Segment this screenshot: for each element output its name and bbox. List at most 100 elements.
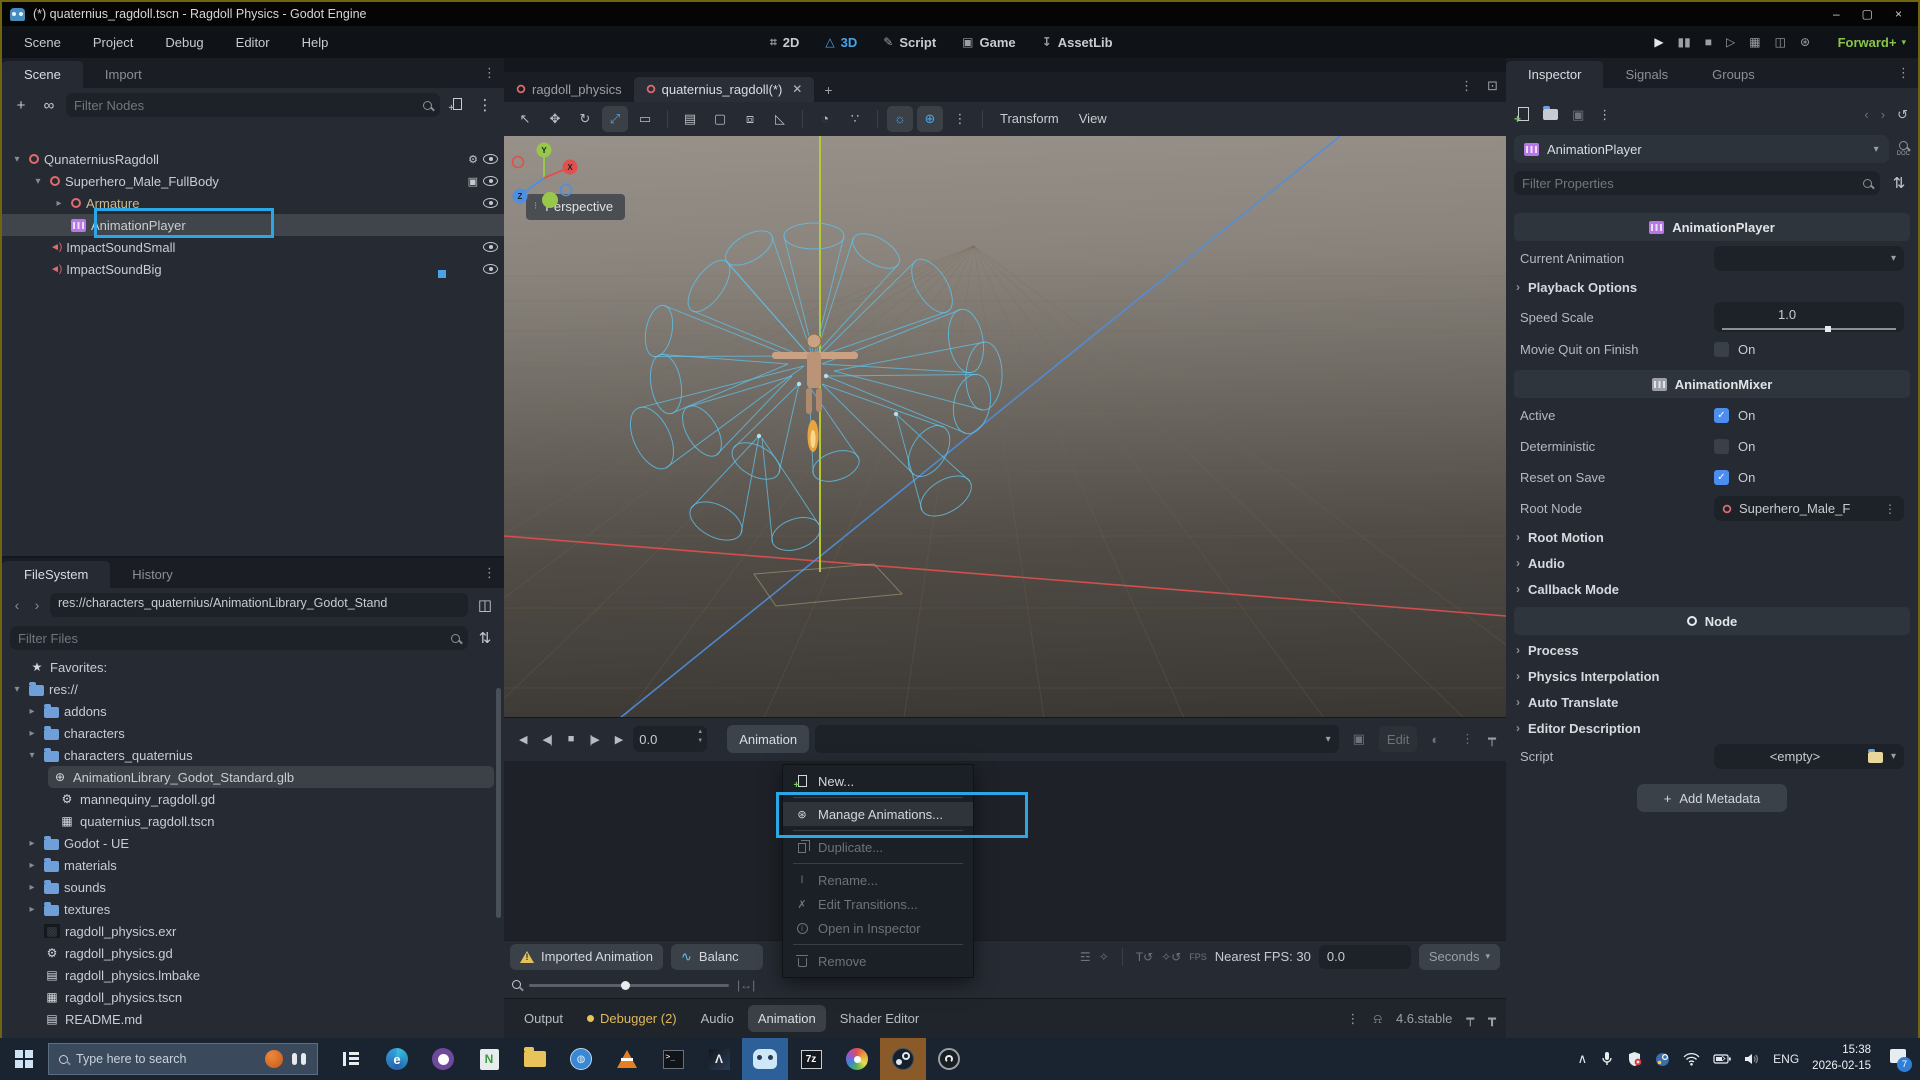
tab-filesystem[interactable]: FileSystem xyxy=(2,561,110,588)
file-tree-row[interactable]: ★Favorites: xyxy=(2,656,504,678)
checkbox-control[interactable]: On xyxy=(1714,439,1904,454)
animation-time-spinbox[interactable]: 0.0 ▲▼ xyxy=(633,726,707,752)
node-path-control[interactable]: Superhero_Male_F⋮ xyxy=(1714,496,1904,521)
file-tree-row[interactable]: ▤ragdoll_physics.lmbake xyxy=(2,964,504,986)
preview-environment-button[interactable]: ⊕ xyxy=(917,106,943,132)
workspace-game-button[interactable]: ▣Game xyxy=(954,31,1023,54)
tab-menu-button[interactable]: ⋮ xyxy=(483,565,496,581)
group-node-button[interactable]: ⧈ xyxy=(737,106,763,132)
tab-menu-button[interactable]: ⋮ xyxy=(1897,65,1910,81)
scale-mode-button[interactable]: ⤢ xyxy=(602,106,628,132)
scene-tab-ragdoll_physics[interactable]: ragdoll_physics xyxy=(504,77,634,102)
sort-files-button[interactable]: ⇅ xyxy=(474,629,496,647)
file-tree-row[interactable]: ⚙mannequiny_ragdoll.gd xyxy=(2,788,504,810)
animation-name-dropdown[interactable]: ▾ xyxy=(815,725,1339,753)
maps-taskbar-button[interactable]: ◍ xyxy=(558,1038,604,1080)
workspace-2d-button[interactable]: ⌗2D xyxy=(762,31,807,54)
taskbar-search-input[interactable]: Type here to search xyxy=(48,1043,318,1075)
script-control[interactable]: <empty>▾ xyxy=(1714,744,1904,769)
new-resource-button[interactable] xyxy=(1518,107,1529,124)
workspace-script-button[interactable]: ✎Script xyxy=(875,31,944,54)
bottom-tab-audio[interactable]: Audio xyxy=(691,1005,744,1032)
checkbox-checked-icon[interactable]: ✓ xyxy=(1714,470,1729,485)
insert-key-icon[interactable]: ✧ xyxy=(1099,950,1109,964)
select-mode-button[interactable]: ↖ xyxy=(512,106,538,132)
scene-tree-row[interactable]: AnimationPlayer xyxy=(2,214,504,236)
close-tab-icon[interactable]: ✕ xyxy=(792,82,802,96)
local-space-button[interactable]: ◔ xyxy=(812,106,838,132)
property-value[interactable]: 1.0 xyxy=(1714,302,1904,332)
instance-scene-button[interactable]: ∞ xyxy=(38,97,60,114)
movie-maker-button[interactable]: ▦ xyxy=(1749,35,1760,49)
property-value[interactable]: ▾ xyxy=(1714,246,1904,271)
slider-control[interactable]: 1.0 xyxy=(1714,302,1904,332)
file-tree-row[interactable]: ▦quaternius_ragdoll.tscn xyxy=(2,810,504,832)
godot-taskbar-button[interactable] xyxy=(742,1038,788,1080)
script-badge-icon[interactable]: ⚙ xyxy=(468,153,478,166)
scene-tree-row[interactable]: ◄)ImpactSoundBig xyxy=(2,258,504,280)
notification-bell-icon[interactable]: ⍾ xyxy=(1373,1011,1382,1027)
play-backwards-from-end-button[interactable]: ◀ xyxy=(514,729,531,750)
tree-arrow-icon[interactable]: ▾ xyxy=(25,750,39,761)
obs-taskbar-button[interactable] xyxy=(926,1038,972,1080)
task-view-taskbar-button[interactable] xyxy=(328,1038,374,1080)
hidden-icons-button[interactable]: ∧ xyxy=(1578,1051,1588,1067)
property-value[interactable]: ✓On xyxy=(1714,408,1904,423)
expand-bottom-panel-button[interactable]: ┳ xyxy=(1488,1011,1496,1027)
file-tree-row[interactable]: ▸addons xyxy=(2,700,504,722)
new-scene-tab-button[interactable]: + xyxy=(814,78,842,102)
rotate-mode-button[interactable]: ↻ xyxy=(572,106,598,132)
edited-object-dropdown[interactable]: AnimationPlayer ▾ xyxy=(1514,135,1889,163)
steam-tray-icon[interactable] xyxy=(1655,1052,1670,1067)
7zip-taskbar-button[interactable]: 7z xyxy=(788,1038,834,1080)
stop-animation-button[interactable]: ■ xyxy=(563,729,579,749)
file-tree-row[interactable]: ▸Godot - UE xyxy=(2,832,504,854)
list-select-button[interactable]: ▭ xyxy=(632,106,658,132)
visibility-eye-icon[interactable] xyxy=(483,198,498,208)
history-back-button[interactable]: ‹ xyxy=(10,597,24,613)
menu-item-duplicate-[interactable]: Duplicate... xyxy=(783,835,973,859)
animation-menu-button[interactable]: Animation xyxy=(727,725,809,753)
tab-inspector[interactable]: Inspector xyxy=(1506,61,1603,88)
minimize-button[interactable]: – xyxy=(1833,7,1840,21)
current-path-field[interactable]: res://characters_quaternius/AnimationLib… xyxy=(50,593,468,617)
bottom-tab-output[interactable]: Output xyxy=(514,1005,573,1032)
filter-tracks-icon[interactable]: ☲ xyxy=(1080,950,1091,964)
timeline-zoom-slider[interactable] xyxy=(529,984,729,987)
property-value[interactable]: On xyxy=(1714,342,1904,357)
file-tree-row[interactable]: ▸textures xyxy=(2,898,504,920)
fps-mode-icon[interactable]: FPS xyxy=(1189,952,1207,962)
checkbox-control[interactable]: ✓On xyxy=(1714,470,1904,485)
tree-arrow-icon[interactable]: ▸ xyxy=(25,728,39,739)
stop-button[interactable]: ■ xyxy=(1705,35,1712,49)
notification-center-button[interactable]: 7 xyxy=(1884,1048,1910,1070)
pause-button[interactable]: ▮▮ xyxy=(1678,35,1691,49)
viewport-options-button[interactable]: ⋮ xyxy=(947,106,973,132)
tab-history[interactable]: History xyxy=(110,561,194,588)
file-tree-row[interactable]: ⊕AnimationLibrary_Godot_Standard.glb xyxy=(48,766,494,788)
customize-run-button[interactable]: ⊛ xyxy=(1800,35,1810,49)
tree-arrow-icon[interactable]: ▸ xyxy=(25,860,39,871)
battery-tray-icon[interactable] xyxy=(1713,1053,1731,1065)
visibility-eye-icon[interactable] xyxy=(483,176,498,186)
defender-tray-icon[interactable] xyxy=(1627,1051,1642,1067)
menu-item-rename-[interactable]: IRename... xyxy=(783,868,973,892)
filesystem-scrollbar[interactable] xyxy=(496,688,501,918)
menu-item-open-in-inspector[interactable]: iOpen in Inspector xyxy=(783,916,973,940)
snap-step-input[interactable]: 0.0 xyxy=(1319,945,1411,969)
property-value[interactable]: On xyxy=(1714,439,1904,454)
visibility-eye-icon[interactable] xyxy=(483,264,498,274)
menu-project[interactable]: Project xyxy=(81,31,145,54)
ruler-mode-button[interactable]: ◺ xyxy=(767,106,793,132)
autoplay-toggle-button[interactable]: ▣ xyxy=(1345,726,1373,752)
microphone-tray-icon[interactable] xyxy=(1600,1051,1614,1067)
remote-debug-button[interactable]: ▷ xyxy=(1726,35,1735,49)
lock-node-button[interactable]: ▤ xyxy=(677,106,703,132)
scene-tree-row[interactable]: ◄)ImpactSoundSmall xyxy=(2,236,504,258)
play-button[interactable]: ▶ xyxy=(1654,35,1663,49)
menu-debug[interactable]: Debug xyxy=(153,31,215,54)
maximize-button[interactable]: ▢ xyxy=(1862,7,1873,21)
file-tree-row[interactable]: ▸sounds xyxy=(2,876,504,898)
menu-help[interactable]: Help xyxy=(290,31,341,54)
krita-taskbar-button[interactable] xyxy=(834,1038,880,1080)
